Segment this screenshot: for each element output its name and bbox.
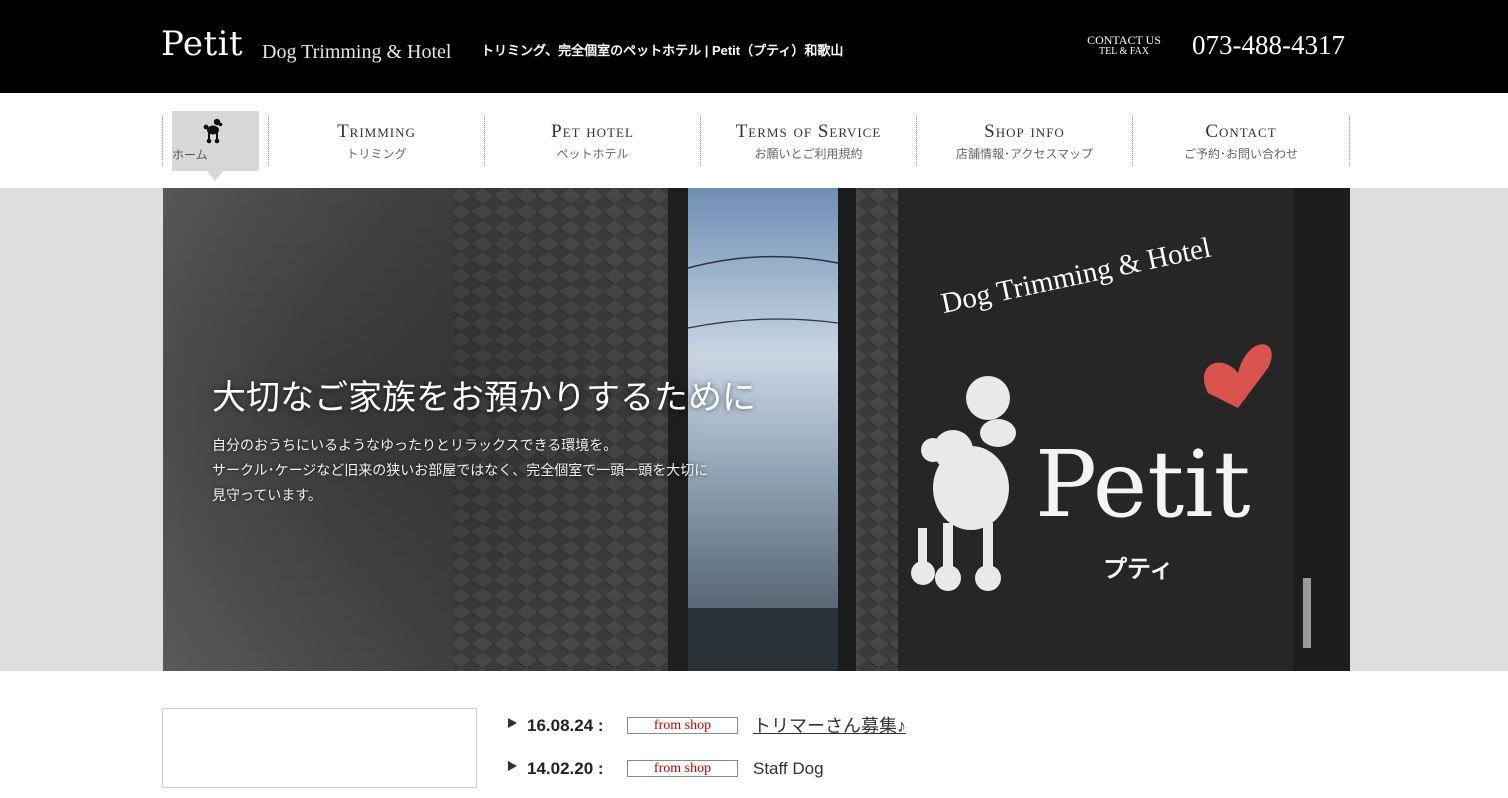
nav-label-ja: ペットホテル: [556, 147, 629, 161]
news-tag: from shop: [627, 717, 738, 734]
nav-label-en: Pet hotel: [551, 121, 634, 142]
bullet-arrow-icon: [508, 761, 517, 771]
nav-active-pointer: [207, 171, 223, 181]
tel-fax-text: TEL & FAX: [1099, 46, 1149, 57]
nav-item-pet-hotel[interactable]: Pet hotel ペットホテル: [485, 111, 700, 181]
hero-title: 大切なご家族をお預かりするために: [212, 378, 756, 418]
sign-name: Petit: [1035, 431, 1251, 538]
sidebar-box: [162, 708, 477, 788]
nav-label-ja: 店舗情報･アクセスマップ: [955, 147, 1094, 161]
nav-home-label: ホーム: [172, 148, 208, 162]
hero-body-line: 見守っています。: [212, 488, 322, 504]
site-logo-subtitle: Dog Trimming & Hotel: [262, 41, 452, 63]
news-date: 16.08.24 :: [527, 716, 604, 735]
nav-label-en: Terms of Service: [735, 121, 882, 142]
phone-number[interactable]: 073-488-4317: [1192, 30, 1345, 60]
hero-body-line: 自分のおうちにいるようなゆったりとリラックスできる環境を。: [212, 438, 618, 454]
news-link[interactable]: トリマーさん募集♪: [753, 715, 906, 737]
nav-item-home[interactable]: ホーム: [172, 111, 259, 181]
nav-label-en: Shop info: [984, 121, 1065, 142]
site-tagline: トリミング、完全個室のペットホテル | Petit（プティ）和歌山: [481, 43, 844, 58]
main-nav: ホーム Trimming トリミング Pet hotel ペットホテル Term…: [162, 111, 1350, 181]
nav-separator: [162, 117, 163, 166]
nav-label-ja: お願いとご利用規約: [754, 147, 863, 161]
nav-item-trimming[interactable]: Trimming トリミング: [269, 111, 484, 181]
nav-label-en: Contact: [1205, 121, 1277, 142]
top-header: Petit Dog Trimming & Hotel トリミング、完全個室のペッ…: [0, 0, 1508, 93]
site-logo[interactable]: Petit: [161, 24, 243, 64]
news-item: 16.08.24 : from shop トリマーさん募集♪: [508, 712, 1308, 755]
news-item: 14.02.20 : from shop Staff Dog: [508, 755, 1308, 798]
news-date: 14.02.20 :: [527, 759, 604, 778]
contact-us-text: CONTACT US: [1087, 33, 1161, 47]
news-title[interactable]: Staff Dog: [753, 758, 824, 780]
hero-body: 自分のおうちにいるようなゆったりとリラックスできる環境を。 サークル･ケージなど…: [212, 434, 708, 509]
nav-item-contact[interactable]: Contact ご予約･お問い合わせ: [1133, 111, 1349, 181]
sign-kana: プティ: [1103, 555, 1174, 583]
nav-label-ja: ご予約･お問い合わせ: [1183, 147, 1298, 161]
news-tag: from shop: [627, 760, 738, 777]
nav-item-shop-info[interactable]: Shop info 店舗情報･アクセスマップ: [917, 111, 1132, 181]
nav-separator: [1349, 117, 1350, 166]
contact-us-label: CONTACT US TEL & FAX: [1082, 34, 1166, 57]
bullet-arrow-icon: [508, 718, 517, 728]
poodle-icon: [203, 118, 223, 144]
hero-body-line: サークル･ケージなど旧来の狭いお部屋ではなく、完全個室で一頭一頭を大切に: [212, 463, 709, 479]
nav-label-en: Trimming: [337, 121, 416, 142]
hero-image: 大切なご家族をお預かりするために 自分のおうちにいるようなゆったりとリラックスで…: [163, 188, 1350, 671]
news-list: 16.08.24 : from shop トリマーさん募集♪ 14.02.20 …: [508, 712, 1308, 798]
nav-item-terms-of-service[interactable]: Terms of Service お願いとご利用規約: [701, 111, 916, 181]
nav-label-ja: トリミング: [346, 147, 407, 161]
